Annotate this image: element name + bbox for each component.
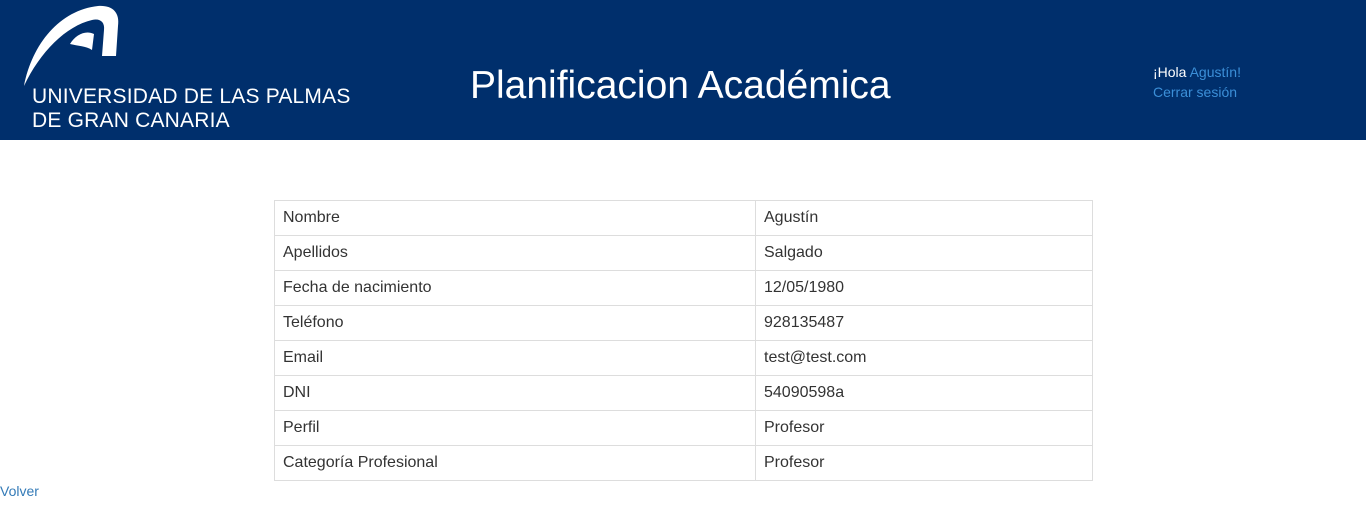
greeting-suffix: ! <box>1237 64 1241 80</box>
field-value: Salgado <box>755 235 1093 271</box>
table-row: Perfil Profesor <box>274 410 1093 446</box>
logout-link[interactable]: Cerrar sesión <box>1153 82 1241 102</box>
field-value: Profesor <box>755 445 1093 481</box>
field-value: Agustín <box>755 200 1093 236</box>
ulpgc-emblem-icon <box>24 5 119 86</box>
table-row: Nombre Agustín <box>274 200 1093 236</box>
field-label: Teléfono <box>274 305 756 341</box>
user-greeting: ¡Hola Agustín! <box>1153 62 1241 82</box>
table-row: Fecha de nacimiento 12/05/1980 <box>274 270 1093 306</box>
field-label: Apellidos <box>274 235 756 271</box>
field-value: 12/05/1980 <box>755 270 1093 306</box>
field-label: Email <box>274 340 756 376</box>
field-label: Categoría Profesional <box>274 445 756 481</box>
field-value: test@test.com <box>755 340 1093 376</box>
field-value: 928135487 <box>755 305 1093 341</box>
table-row: DNI 54090598a <box>274 375 1093 411</box>
field-value: 54090598a <box>755 375 1093 411</box>
profile-table: Nombre Agustín Apellidos Salgado Fecha d… <box>274 200 1093 481</box>
user-profile-link[interactable]: Agustín <box>1190 64 1237 80</box>
greeting-prefix: ¡Hola <box>1153 64 1190 80</box>
back-link[interactable]: Volver <box>0 483 39 499</box>
field-label: Fecha de nacimiento <box>274 270 756 306</box>
field-label: Perfil <box>274 410 756 446</box>
logo-text-line-2: DE GRAN CANARIA <box>32 109 230 132</box>
header-bar: UNIVERSIDAD DE LAS PALMAS DE GRAN CANARI… <box>0 0 1366 140</box>
table-row: Email test@test.com <box>274 340 1093 376</box>
logo-text-line-1: UNIVERSIDAD DE LAS PALMAS <box>32 85 351 108</box>
table-row: Categoría Profesional Profesor <box>274 445 1093 481</box>
page-title: Planificacion Académica <box>470 64 891 107</box>
table-row: Apellidos Salgado <box>274 235 1093 271</box>
university-logo[interactable]: UNIVERSIDAD DE LAS PALMAS DE GRAN CANARI… <box>20 4 350 134</box>
field-label: Nombre <box>274 200 756 236</box>
field-value: Profesor <box>755 410 1093 446</box>
user-menu: ¡Hola Agustín! Cerrar sesión <box>1153 62 1241 102</box>
field-label: DNI <box>274 375 756 411</box>
table-row: Teléfono 928135487 <box>274 305 1093 341</box>
